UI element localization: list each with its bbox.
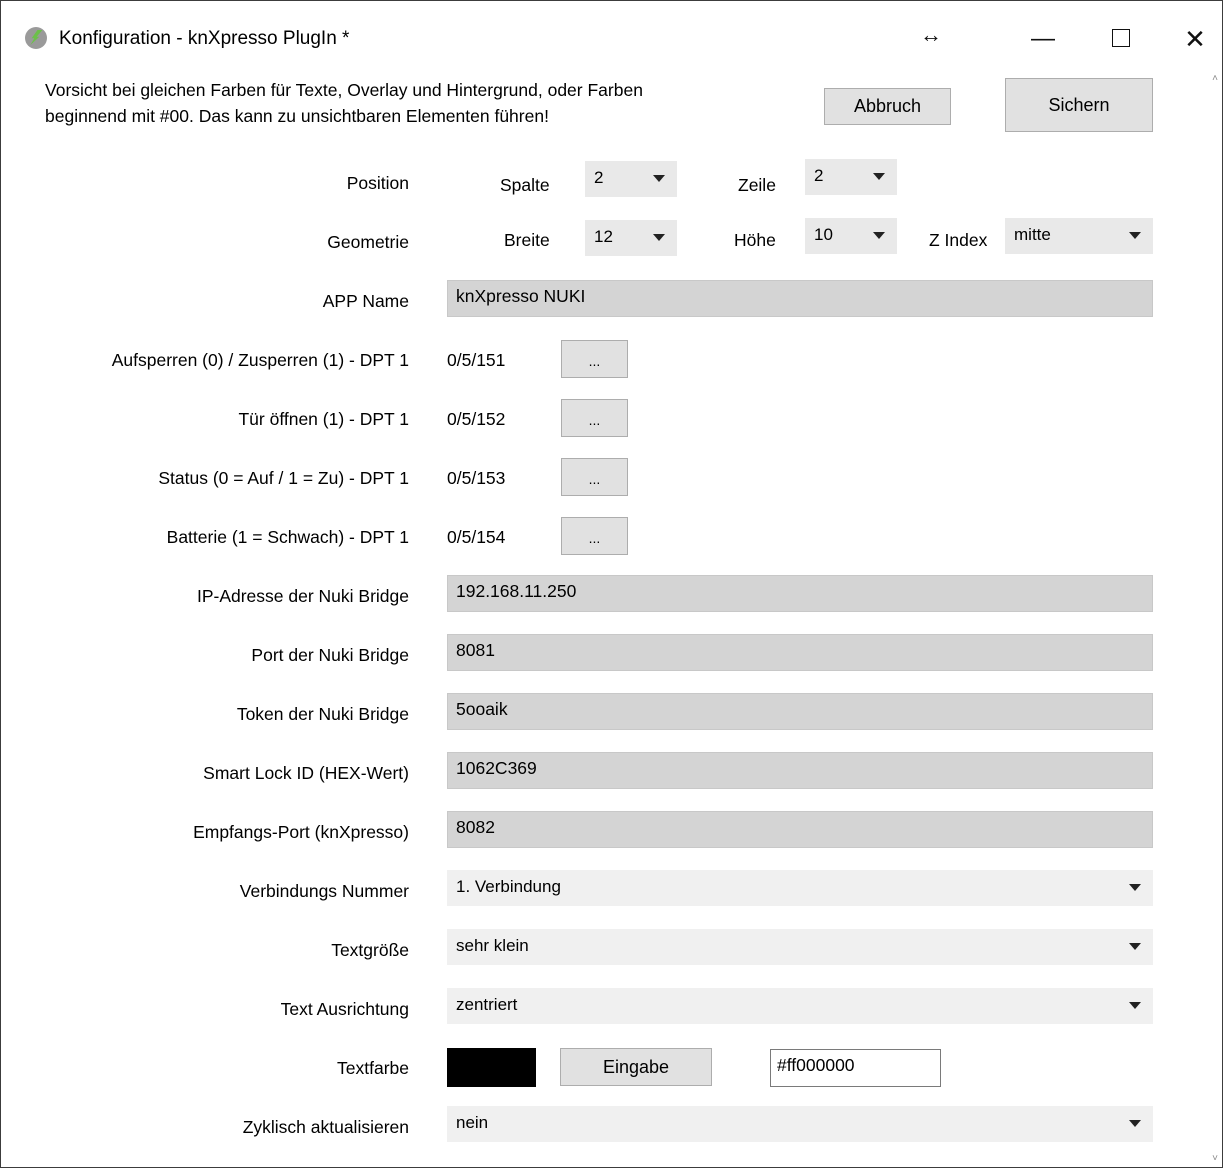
port-input[interactable]: 8081 [447,634,1153,671]
column-label: Spalte [500,175,550,195]
color-hex-input[interactable]: #ff000000 [770,1049,941,1087]
app-name-input[interactable]: knXpresso NUKI [447,280,1153,317]
knxpresso-logo-icon [25,27,47,49]
vertical-scrollbar[interactable] [1207,67,1222,1167]
zindex-value: mitte [1014,225,1051,244]
ga-select-button-open[interactable]: ... [561,399,628,437]
smart-lock-id-input[interactable]: 1062C369 [447,752,1153,789]
config-window: Konfiguration - knXpresso PlugIn * ↔ — ✕… [0,0,1223,1168]
ga-label-lock: Aufsperren (0) / Zusperren (1) - DPT 1 [111,350,409,370]
width-label: Breite [504,230,550,250]
text-alignment-label: Text Ausrichtung [280,999,409,1019]
column-select[interactable]: 2 [585,161,677,197]
chevron-down-icon [653,234,665,241]
height-select[interactable]: 10 [805,218,897,254]
chevron-down-icon [1129,1002,1141,1009]
chevron-down-icon [1129,884,1141,891]
color-input-button[interactable]: Eingabe [560,1048,712,1086]
window-title: Konfiguration - knXpresso PlugIn * [59,28,350,49]
ga-label-open: Tür öffnen (1) - DPT 1 [238,409,409,429]
ga-select-button-lock[interactable]: ... [561,340,628,378]
text-color-label: Textfarbe [337,1058,409,1078]
ga-label-status: Status (0 = Auf / 1 = Zu) - DPT 1 [158,468,409,488]
ga-select-button-battery[interactable]: ... [561,517,628,555]
text-size-select[interactable]: sehr klein [447,929,1153,965]
connection-number-label: Verbindungs Nummer [239,881,409,901]
cancel-button[interactable]: Abbruch [824,88,951,125]
horizontal-resize-icon[interactable]: ↔ [911,15,951,55]
text-color-swatch[interactable] [447,1048,536,1087]
chevron-up-icon[interactable]: ˄ [1210,73,1220,84]
row-select[interactable]: 2 [805,159,897,195]
geometry-label: Geometrie [327,232,409,252]
zindex-select[interactable]: mitte [1005,218,1153,254]
chevron-down-icon [653,175,665,182]
chevron-down-icon [1129,232,1141,239]
cyclic-update-value: nein [456,1113,489,1132]
connection-number-select[interactable]: 1. Verbindung [447,870,1153,906]
column-value: 2 [594,168,604,187]
color-warning-text: Vorsicht bei gleichen Farben für Texte, … [45,77,785,129]
save-button[interactable]: Sichern [1005,78,1153,132]
maximize-icon[interactable] [1099,19,1143,59]
chevron-down-icon [1129,1120,1141,1127]
ga-address-lock: 0/5/151 [447,350,506,370]
token-input[interactable]: 5ooaik [447,693,1153,730]
cyclic-update-select[interactable]: nein [447,1106,1153,1142]
receive-port-input[interactable]: 8082 [447,811,1153,848]
chevron-down-icon [873,173,885,180]
title-bar: Konfiguration - knXpresso PlugIn * ↔ — ✕ [1,1,1222,67]
receive-port-label: Empfangs-Port (knXpresso) [193,822,409,842]
text-size-value: sehr klein [456,936,529,955]
ga-label-battery: Batterie (1 = Schwach) - DPT 1 [166,527,409,547]
cyclic-update-label: Zyklisch aktualisieren [242,1117,409,1137]
chevron-down-icon [1129,943,1141,950]
connection-number-value: 1. Verbindung [456,877,561,896]
width-value: 12 [594,227,613,246]
ip-address-input[interactable]: 192.168.11.250 [447,575,1153,612]
app-name-label: APP Name [322,291,409,311]
minimize-icon[interactable]: — [1021,19,1065,59]
ga-address-status: 0/5/153 [447,468,506,488]
ga-address-open: 0/5/152 [447,409,506,429]
text-alignment-select[interactable]: zentriert [447,988,1153,1024]
height-label: Höhe [734,230,776,250]
ga-select-button-status[interactable]: ... [561,458,628,496]
row-label: Zeile [738,175,776,195]
width-select[interactable]: 12 [585,220,677,256]
zindex-label: Z Index [929,230,988,250]
token-label: Token der Nuki Bridge [236,704,409,724]
chevron-down-icon [873,232,885,239]
text-alignment-value: zentriert [456,995,518,1014]
ga-address-battery: 0/5/154 [447,527,506,547]
chevron-down-icon[interactable]: ˅ [1210,1153,1220,1164]
smart-lock-id-label: Smart Lock ID (HEX-Wert) [203,763,409,783]
port-label: Port der Nuki Bridge [251,645,409,665]
ip-address-label: IP-Adresse der Nuki Bridge [196,586,409,606]
position-label: Position [346,173,409,193]
warning-line-1: Vorsicht bei gleichen Farben für Texte, … [45,80,643,100]
row-value: 2 [814,166,824,185]
height-value: 10 [814,225,833,244]
text-size-label: Textgröße [331,940,409,960]
warning-line-2: beginnend mit #00. Das kann zu unsichtba… [45,106,549,126]
close-icon[interactable]: ✕ [1173,19,1217,59]
